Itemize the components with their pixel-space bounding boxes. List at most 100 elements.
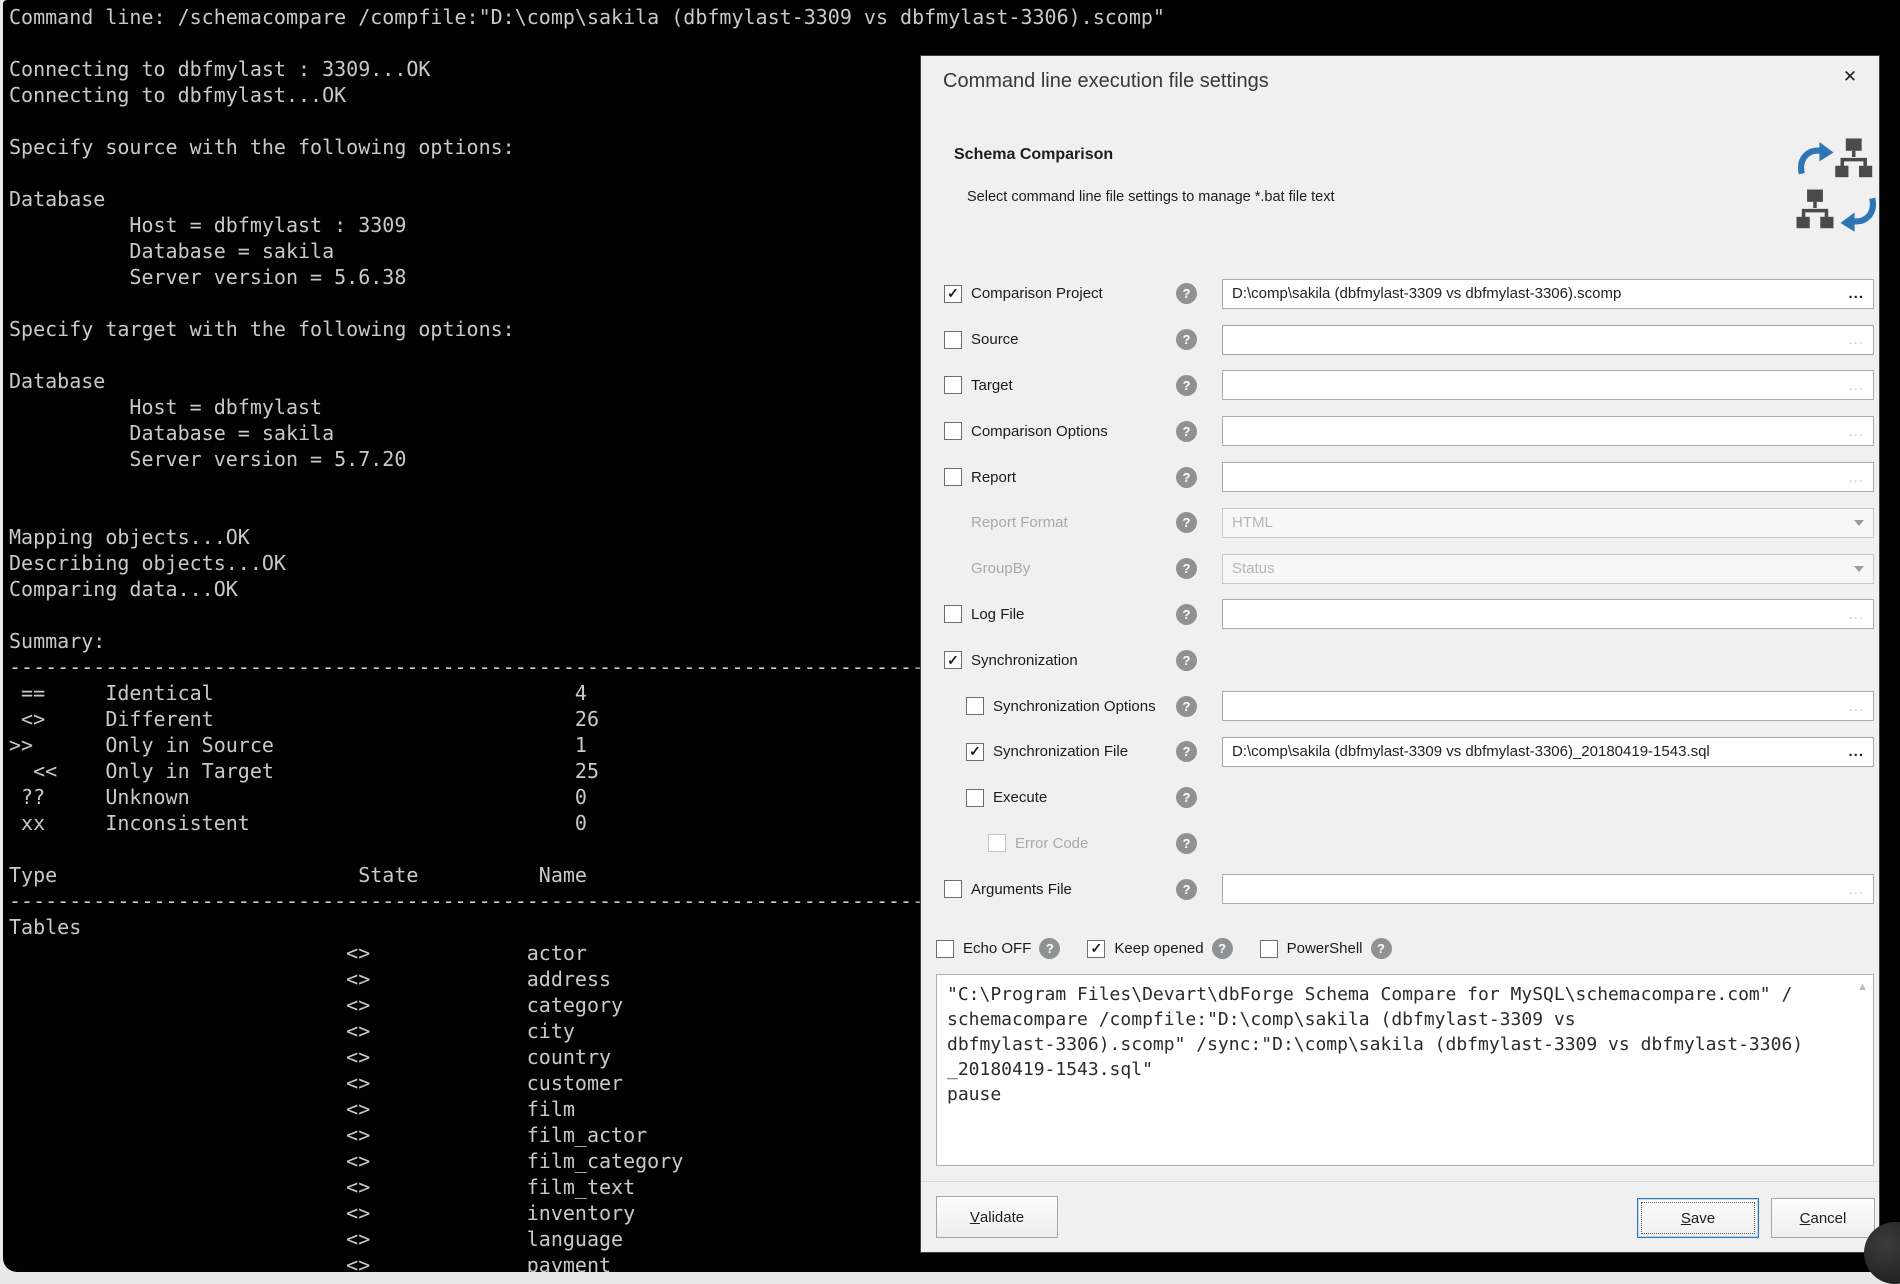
- schema-compare-icon: [1793, 134, 1881, 238]
- field-value: HTML: [1232, 514, 1854, 531]
- row-label: GroupBy: [971, 560, 1030, 577]
- cancel-button[interactable]: Cancel: [1771, 1198, 1875, 1238]
- bat-file-preview[interactable]: "C:\Program Files\Devart\dbForge Schema …: [936, 974, 1874, 1166]
- form-row: Synchronization Options ? ...: [921, 683, 1879, 729]
- form-row: Comparison Options ? ...: [921, 408, 1879, 454]
- row-field[interactable]: Status: [1222, 554, 1874, 584]
- help-icon[interactable]: ?: [1212, 938, 1233, 959]
- row-label: Report Format: [971, 514, 1068, 531]
- row-field[interactable]: ...: [1222, 325, 1874, 355]
- help-icon[interactable]: ?: [1176, 283, 1197, 304]
- command-line-settings-dialog: Command line execution file settings ✕ S…: [920, 55, 1880, 1253]
- row-label: Arguments File: [971, 881, 1072, 898]
- field-value: D:\comp\sakila (dbfmylast-3309 vs dbfmyl…: [1232, 285, 1848, 302]
- help-icon[interactable]: ?: [1039, 938, 1060, 959]
- option-label: Echo OFF: [963, 940, 1031, 957]
- form-row: ✓ Synchronization File ? D:\comp\sakila …: [921, 729, 1879, 775]
- form-row: ✓ Synchronization ?: [921, 637, 1879, 683]
- scroll-up-icon[interactable]: ▲: [1857, 981, 1868, 993]
- row-checkbox[interactable]: [944, 331, 962, 349]
- row-field[interactable]: ...: [1222, 874, 1874, 904]
- row-label: Target: [971, 377, 1013, 394]
- option-checkbox[interactable]: [1260, 940, 1278, 958]
- row-label: Error Code: [1015, 835, 1088, 852]
- browse-button[interactable]: ...: [1848, 606, 1864, 623]
- help-icon[interactable]: ?: [1176, 558, 1197, 579]
- row-checkbox[interactable]: [944, 605, 962, 623]
- help-icon[interactable]: ?: [1176, 833, 1197, 854]
- help-icon[interactable]: ?: [1176, 329, 1197, 350]
- help-icon[interactable]: ?: [1176, 879, 1197, 900]
- row-label: Comparison Project: [971, 285, 1103, 302]
- help-icon[interactable]: ?: [1176, 696, 1197, 717]
- help-icon[interactable]: ?: [1371, 938, 1392, 959]
- row-label: Synchronization File: [993, 743, 1128, 760]
- row-checkbox[interactable]: [944, 422, 962, 440]
- row-checkbox[interactable]: ✓: [944, 651, 962, 669]
- row-label: Comparison Options: [971, 423, 1108, 440]
- row-field[interactable]: ...: [1222, 416, 1874, 446]
- field-value: Status: [1232, 560, 1854, 577]
- bat-file-text: "C:\Program Files\Devart\dbForge Schema …: [937, 975, 1873, 1107]
- browse-button[interactable]: ...: [1848, 285, 1864, 302]
- help-icon[interactable]: ?: [1176, 650, 1197, 671]
- help-icon[interactable]: ?: [1176, 421, 1197, 442]
- help-icon[interactable]: ?: [1176, 467, 1197, 488]
- echo-options-row: Echo OFF ? ✓ Keep opened ? PowerShell ?: [936, 938, 1419, 959]
- help-icon[interactable]: ?: [1176, 741, 1197, 762]
- form-row: Arguments File ? ...: [921, 866, 1879, 912]
- row-label: Execute: [993, 789, 1047, 806]
- row-field[interactable]: ...: [1222, 370, 1874, 400]
- form-row: Execute ?: [921, 775, 1879, 821]
- row-checkbox[interactable]: [944, 880, 962, 898]
- close-icon[interactable]: ✕: [1837, 64, 1863, 90]
- form-row: ✓ Comparison Project ? D:\comp\sakila (d…: [921, 271, 1879, 317]
- validate-button[interactable]: Validate: [936, 1196, 1058, 1238]
- dialog-title: Command line execution file settings: [943, 70, 1269, 93]
- browse-button[interactable]: ...: [1848, 698, 1864, 715]
- browse-button[interactable]: ...: [1848, 331, 1864, 348]
- row-field[interactable]: HTML: [1222, 508, 1874, 538]
- form-row: Report Format ? HTML: [921, 500, 1879, 546]
- browse-button[interactable]: ...: [1848, 469, 1864, 486]
- row-checkbox[interactable]: [966, 697, 984, 715]
- browse-button[interactable]: ...: [1848, 377, 1864, 394]
- banner-heading: Schema Comparison: [954, 146, 1113, 164]
- row-label: Synchronization: [971, 652, 1078, 669]
- form-row: Source ? ...: [921, 317, 1879, 363]
- help-icon[interactable]: ?: [1176, 512, 1197, 533]
- option-checkbox[interactable]: ✓: [1087, 940, 1105, 958]
- row-field[interactable]: ...: [1222, 691, 1874, 721]
- browse-button[interactable]: ...: [1848, 743, 1864, 760]
- form-row: Log File ? ...: [921, 592, 1879, 638]
- browse-button[interactable]: ...: [1848, 881, 1864, 898]
- form-row: Error Code ?: [921, 821, 1879, 867]
- row-checkbox[interactable]: [944, 376, 962, 394]
- form-row: Target ? ...: [921, 363, 1879, 409]
- help-icon[interactable]: ?: [1176, 787, 1197, 808]
- row-label: Synchronization Options: [993, 698, 1156, 715]
- help-icon[interactable]: ?: [1176, 604, 1197, 625]
- option-checkbox[interactable]: [936, 940, 954, 958]
- echo-option: ✓ Keep opened ?: [1087, 938, 1232, 959]
- row-field[interactable]: D:\comp\sakila (dbfmylast-3309 vs dbfmyl…: [1222, 279, 1874, 309]
- help-icon[interactable]: ?: [1176, 375, 1197, 396]
- chevron-down-icon: [1854, 520, 1864, 526]
- form-row: GroupBy ? Status: [921, 546, 1879, 592]
- save-button[interactable]: Save: [1637, 1198, 1759, 1238]
- row-checkbox[interactable]: ✓: [944, 285, 962, 303]
- form-row: Report ? ...: [921, 454, 1879, 500]
- settings-form: ✓ Comparison Project ? D:\comp\sakila (d…: [921, 271, 1879, 912]
- row-checkbox[interactable]: [988, 834, 1006, 852]
- row-checkbox[interactable]: [966, 789, 984, 807]
- row-field[interactable]: ...: [1222, 599, 1874, 629]
- row-label: Report: [971, 469, 1016, 486]
- echo-option: Echo OFF ?: [936, 938, 1060, 959]
- row-field[interactable]: ...: [1222, 462, 1874, 492]
- row-checkbox[interactable]: [944, 468, 962, 486]
- footer-divider: [921, 1181, 1879, 1182]
- row-field[interactable]: D:\comp\sakila (dbfmylast-3309 vs dbfmyl…: [1222, 737, 1874, 767]
- field-value: D:\comp\sakila (dbfmylast-3309 vs dbfmyl…: [1232, 743, 1848, 760]
- browse-button[interactable]: ...: [1848, 423, 1864, 440]
- row-checkbox[interactable]: ✓: [966, 743, 984, 761]
